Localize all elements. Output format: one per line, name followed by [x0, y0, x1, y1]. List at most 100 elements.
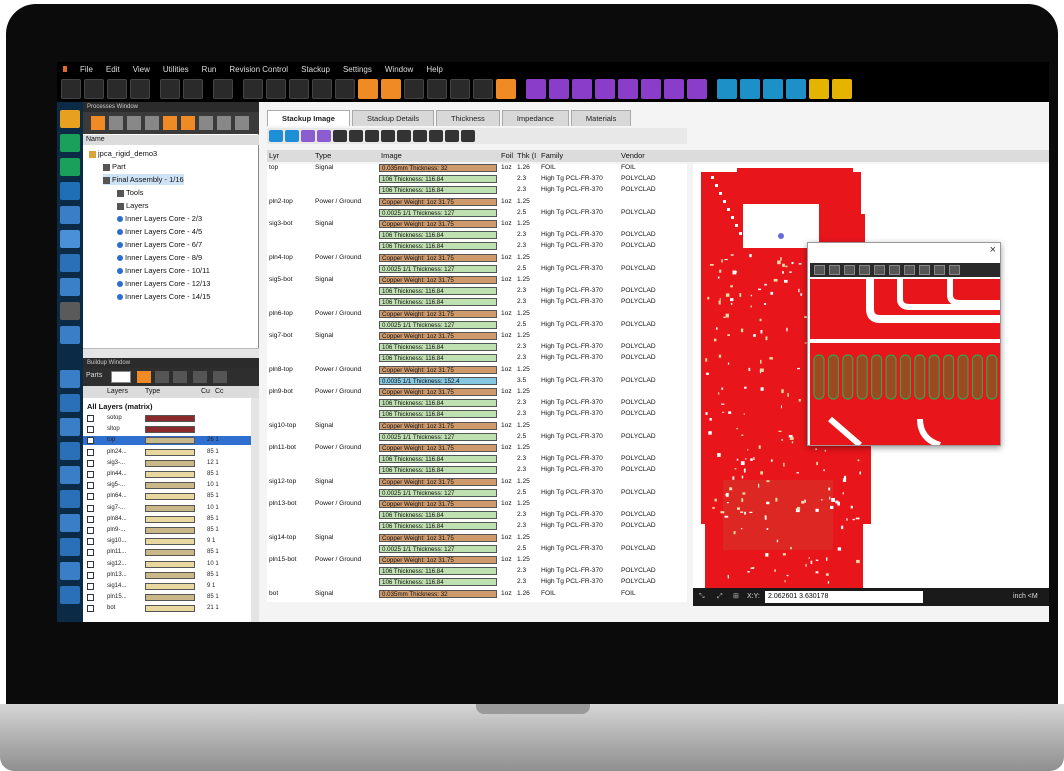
toolbar-button[interactable] [335, 79, 355, 99]
stackup-row[interactable]: 2.3 High Tg PCL-FR-370 POLYCLAD 106 Thickne… [267, 175, 687, 184]
preview-tool-button[interactable] [949, 265, 960, 275]
process-tool-button[interactable] [145, 116, 159, 130]
strip-tool-button[interactable] [60, 326, 80, 344]
preview-tool-button[interactable] [814, 265, 825, 275]
stackup-tool-button[interactable] [365, 130, 379, 142]
toolbar-button[interactable] [641, 79, 661, 99]
measure-icon[interactable]: ⤡ [699, 588, 711, 606]
toolbar-button[interactable] [107, 79, 127, 99]
toolbar-button[interactable] [427, 79, 447, 99]
stackup-row[interactable]: 2.3 High Tg PCL-FR-370 POLYCLAD 106 Thickne… [267, 567, 687, 576]
col-lyr[interactable]: Lyr [269, 151, 279, 160]
stackup-row[interactable]: bot Signal 1oz 1.26 FOIL FOIL 0.035mm Thicknes… [267, 589, 687, 599]
strip-tool-button[interactable] [60, 182, 80, 200]
process-tool-button[interactable] [109, 116, 123, 130]
layer-checkbox[interactable] [87, 605, 94, 613]
stackup-row[interactable]: sig3-bot Signal 1oz 1.25 Copper Weight: 1oz … [267, 220, 687, 229]
toolbar-button[interactable] [832, 79, 852, 99]
layer-row[interactable]: pln64... 85 1 [83, 492, 251, 501]
preview-tool-button[interactable] [859, 265, 870, 275]
menu-utilities[interactable]: Utilities [163, 65, 189, 74]
stackup-row[interactable]: 2.3 High Tg PCL-FR-370 POLYCLAD 106 Thickne… [267, 410, 687, 419]
stackup-tool-button[interactable] [285, 130, 299, 142]
toolbar-button[interactable] [61, 79, 81, 99]
col-layers[interactable]: Layers [107, 386, 128, 398]
stackup-row[interactable]: 2.3 High Tg PCL-FR-370 POLYCLAD 106 Thickne… [267, 343, 687, 352]
col-thk[interactable]: Thk (I [517, 151, 536, 160]
toolbar-button[interactable] [183, 79, 203, 99]
toolbar-button[interactable] [289, 79, 309, 99]
layer-checkbox[interactable] [87, 571, 94, 579]
layer-row[interactable]: sig10... 9 1 [83, 537, 251, 546]
menu-settings[interactable]: Settings [343, 65, 372, 74]
buildup-tool-button[interactable] [213, 371, 227, 383]
toolbar-button[interactable] [84, 79, 104, 99]
layer-row[interactable]: sig5-... 10 1 [83, 481, 251, 490]
layer-row[interactable]: pln15... 85 1 [83, 593, 251, 602]
stackup-tool-button[interactable] [461, 130, 475, 142]
layer-row[interactable]: sotop [83, 414, 251, 423]
strip-tool-button[interactable] [60, 418, 80, 436]
process-tool-button[interactable] [163, 116, 177, 130]
process-tool-button[interactable] [217, 116, 231, 130]
snap-icon[interactable]: ⤢ [717, 588, 729, 606]
toolbar-button[interactable] [404, 79, 424, 99]
preview-tool-button[interactable] [919, 265, 930, 275]
stackup-row[interactable]: pln2-top Power / Ground 1oz 1.25 Copper Weig… [267, 197, 687, 207]
toolbar-button[interactable] [358, 79, 378, 99]
toolbar-button[interactable] [786, 79, 806, 99]
strip-tool-button[interactable] [60, 230, 80, 248]
layer-row[interactable]: pln84... 85 1 [83, 515, 251, 524]
tree-item[interactable]: Inner Layers Core - 2/3 [117, 213, 202, 224]
stackup-row[interactable]: pln9-bot Power / Ground 1oz 1.25 Copper Weig… [267, 388, 687, 397]
toolbar-button[interactable] [618, 79, 638, 99]
stackup-row[interactable]: 2.3 High Tg PCL-FR-370 POLYCLAD 106 Thickne… [267, 242, 687, 251]
layer-row[interactable]: sig12... 10 1 [83, 560, 251, 569]
toolbar-button[interactable] [740, 79, 760, 99]
stackup-row[interactable]: 2.5 High Tg PCL-FR-370 POLYCLAD 0.0025 1/1 … [267, 544, 687, 554]
toolbar-button[interactable] [160, 79, 180, 99]
menu-stackup[interactable]: Stackup [301, 65, 330, 74]
tree-item[interactable]: Part [103, 161, 126, 172]
stackup-row[interactable]: 2.3 High Tg PCL-FR-370 POLYCLAD 106 Thickne… [267, 522, 687, 531]
tab-impedance[interactable]: Impedance [501, 110, 569, 126]
tree-item[interactable]: Inner Layers Core - 12/13 [117, 278, 210, 289]
process-tool-button[interactable] [91, 116, 105, 130]
parts-dropdown[interactable] [111, 371, 131, 383]
layer-row[interactable]: pln44... 85 1 [83, 470, 251, 479]
stackup-row[interactable]: 2.3 High Tg PCL-FR-370 POLYCLAD 106 Thickne… [267, 298, 687, 307]
stackup-row[interactable]: sig12-top Signal 1oz 1.25 Copper Weight: 1oz… [267, 477, 687, 487]
tree-item[interactable]: Layers [117, 200, 149, 211]
preview-tool-button[interactable] [874, 265, 885, 275]
strip-tool-button[interactable] [60, 158, 80, 176]
tree-item[interactable]: Tools [117, 187, 144, 198]
stackup-row[interactable]: sig7-bot Signal 1oz 1.25 Copper Weight: 1oz … [267, 332, 687, 341]
stackup-row[interactable]: pln15-bot Power / Ground 1oz 1.25 Copper Wei… [267, 556, 687, 565]
buildup-tool-button[interactable] [137, 371, 151, 383]
menu-run[interactable]: Run [202, 65, 217, 74]
process-tool-button[interactable] [235, 116, 249, 130]
layer-checkbox[interactable] [87, 504, 94, 512]
buildup-tool-button[interactable] [173, 371, 187, 383]
tab-thickness[interactable]: Thickness [436, 110, 500, 126]
layer-checkbox[interactable] [87, 560, 94, 568]
stackup-tool-button[interactable] [397, 130, 411, 142]
stackup-row[interactable]: 2.3 High Tg PCL-FR-370 POLYCLAD 106 Thickne… [267, 354, 687, 363]
tab-materials[interactable]: Materials [570, 110, 632, 126]
toolbar-button[interactable] [809, 79, 829, 99]
layer-checkbox[interactable] [87, 471, 94, 478]
preview-tool-button[interactable] [934, 265, 945, 275]
tab-stackup-details[interactable]: Stackup Details [351, 110, 435, 126]
stackup-tool-button[interactable] [429, 130, 443, 142]
tree-item[interactable]: Final Assembly - 1/16 [103, 174, 184, 185]
vertical-scrollbar[interactable] [251, 398, 259, 622]
toolbar-button[interactable] [213, 79, 233, 99]
layer-checkbox[interactable] [87, 459, 94, 467]
stackup-row[interactable]: 2.5 High Tg PCL-FR-370 POLYCLAD 0.0025 1/1 … [267, 320, 687, 330]
toolbar-button[interactable] [381, 79, 401, 99]
stackup-row[interactable]: 2.5 High Tg PCL-FR-370 POLYCLAD 0.0025 1/1 … [267, 432, 687, 442]
toolbar-button[interactable] [595, 79, 615, 99]
toolbar-button[interactable] [526, 79, 546, 99]
layer-row[interactable]: pln9-... 85 1 [83, 526, 251, 535]
toolbar-button[interactable] [450, 79, 470, 99]
